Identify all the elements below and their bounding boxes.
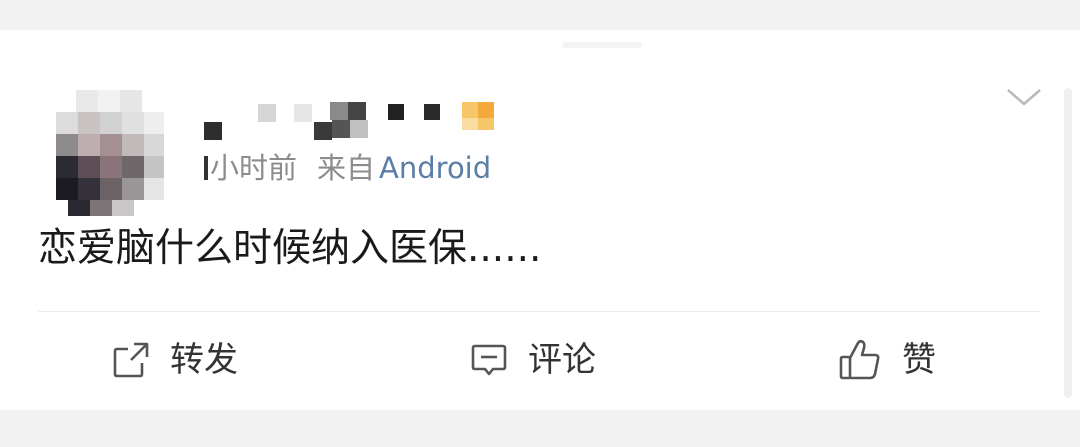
username[interactable]: [200, 100, 510, 142]
like-button[interactable]: 赞: [838, 330, 936, 390]
comment-label: 评论: [528, 340, 596, 380]
like-icon: [838, 338, 882, 382]
post-time: 小时前: [210, 151, 298, 185]
comment-button[interactable]: 评论: [470, 330, 596, 390]
repost-icon: [112, 341, 150, 379]
scrollbar[interactable]: [1064, 88, 1072, 398]
post-meta: 小时前 来自 Android: [204, 148, 491, 188]
weibo-post-card: 小时前 来自 Android 恋爱脑什么时候纳入医保...... 转发 评论 赞: [0, 30, 1080, 410]
chevron-down-icon[interactable]: [1004, 82, 1044, 112]
post-text: 恋爱脑什么时候纳入医保......: [38, 226, 542, 271]
like-label: 赞: [902, 340, 936, 380]
repost-label: 转发: [170, 340, 238, 380]
drag-handle: [562, 42, 642, 48]
time-mosaic: [204, 156, 208, 180]
repost-button[interactable]: 转发: [112, 330, 238, 390]
source-label: 来自: [317, 151, 376, 185]
comment-icon: [470, 341, 508, 379]
avatar[interactable]: [56, 90, 166, 218]
divider: [38, 311, 1040, 312]
source-client[interactable]: Android: [379, 151, 491, 185]
